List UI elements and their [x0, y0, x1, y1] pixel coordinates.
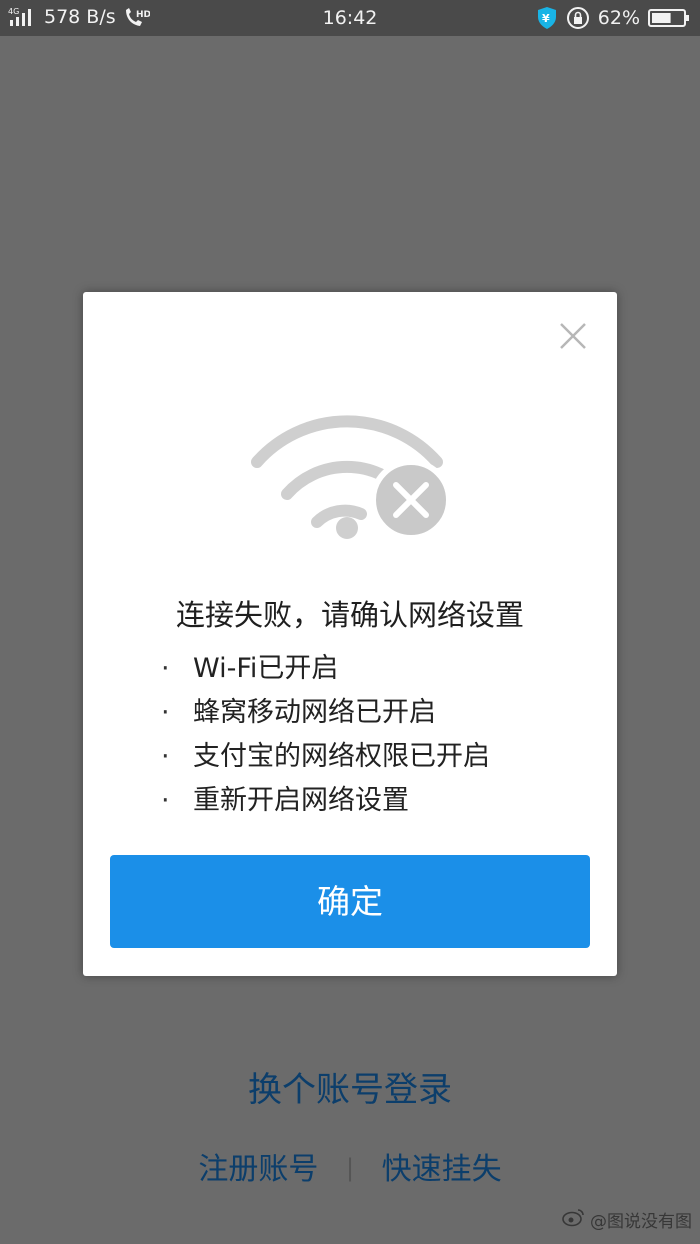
shield-icon: ¥ — [536, 6, 558, 30]
list-item: · 蜂窝移动网络已开启 — [161, 693, 490, 737]
weibo-watermark: @图说没有图 — [562, 1207, 692, 1232]
report-loss-link[interactable]: 快速挂失 — [382, 1152, 502, 1187]
weibo-icon — [562, 1207, 586, 1232]
bullet: · — [161, 697, 170, 728]
bullet: · — [161, 785, 170, 816]
network-error-dialog: 连接失败，请确认网络设置 · Wi-Fi已开启 · 蜂窝移动网络已开启 · 支付… — [83, 292, 617, 976]
reason-list: · Wi-Fi已开启 · 蜂窝移动网络已开启 · 支付宝的网络权限已开启 · 重… — [161, 649, 490, 825]
bullet: · — [161, 653, 170, 684]
switch-account-link[interactable]: 换个账号登录 — [0, 1062, 700, 1111]
reason-text: Wi-Fi已开启 — [193, 653, 339, 684]
bullet: · — [161, 741, 170, 772]
battery-percent: 62% — [597, 7, 640, 29]
reason-text: 支付宝的网络权限已开启 — [193, 741, 490, 772]
reason-text: 蜂窝移动网络已开启 — [193, 697, 436, 728]
list-item: · 支付宝的网络权限已开启 — [161, 737, 490, 781]
reason-text: 重新开启网络设置 — [193, 785, 409, 816]
status-right: ¥ 62% — [536, 6, 690, 30]
rotation-lock-icon — [566, 6, 590, 30]
register-link[interactable]: 注册账号 — [198, 1152, 318, 1187]
close-icon[interactable] — [557, 320, 589, 352]
bottom-links: 注册账号 | 快速挂失 — [0, 1144, 700, 1188]
link-separator: | — [345, 1154, 355, 1182]
status-bar: 4G 578 B/s HD 16:42 ¥ 62% — [0, 0, 700, 36]
battery-icon — [648, 8, 690, 28]
svg-text:¥: ¥ — [542, 12, 550, 25]
dialog-title: 连接失败，请确认网络设置 — [175, 598, 524, 632]
watermark-text: @图说没有图 — [590, 1212, 692, 1232]
list-item: · 重新开启网络设置 — [161, 781, 490, 825]
wifi-error-icon — [251, 414, 452, 548]
confirm-button[interactable]: 确定 — [110, 855, 590, 948]
list-item: · Wi-Fi已开启 — [161, 649, 490, 693]
